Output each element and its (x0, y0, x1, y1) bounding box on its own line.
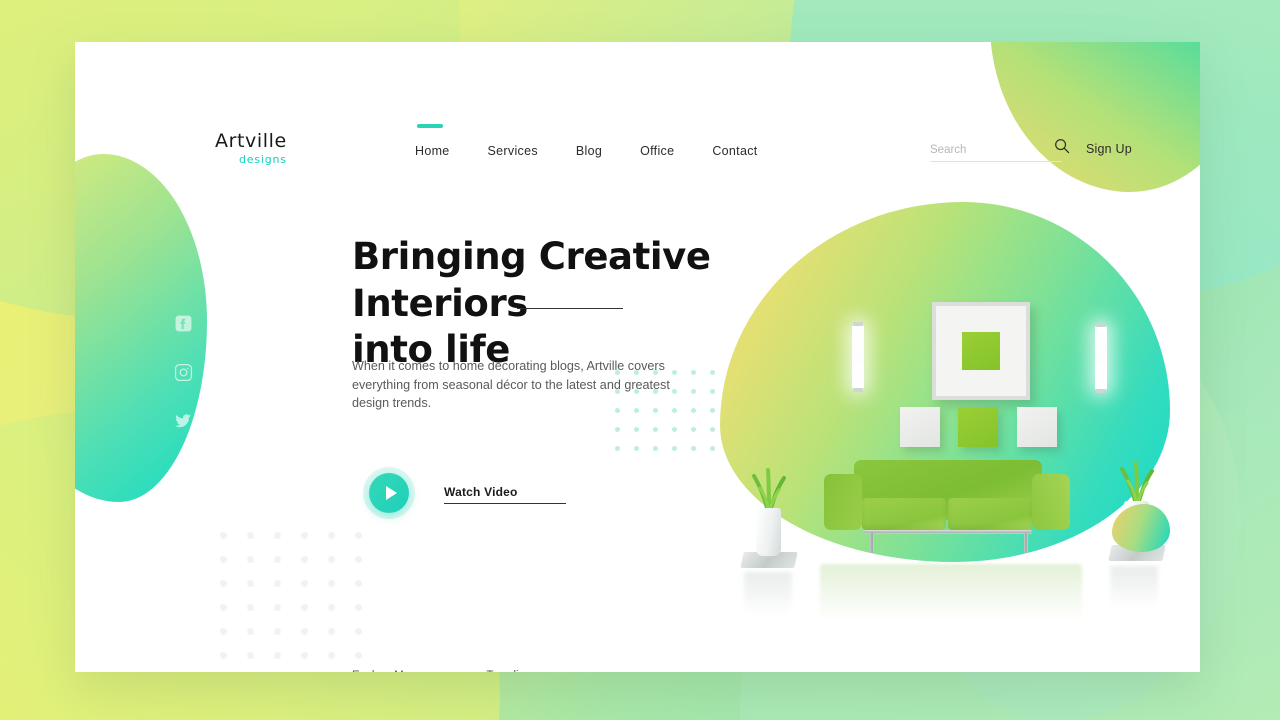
nav-label-blog: Blog (575, 144, 603, 158)
brand-tagline: designs (239, 153, 287, 166)
pinterest-icon[interactable] (171, 457, 195, 483)
sofa-cushion-right (948, 498, 1032, 530)
nav-item-services[interactable]: Services (488, 142, 538, 158)
wall-art-frame (932, 302, 1030, 400)
watch-video-rule (444, 503, 566, 505)
wall-panel-right (1017, 407, 1057, 447)
sofa-arm-left (824, 474, 862, 530)
potted-plant-left (740, 454, 798, 574)
brand-logo[interactable]: Artville designs (215, 130, 365, 166)
main-navigation: Home Services Blog Office Contact (415, 124, 758, 158)
page-root: Artville designs Home Services Blog Offi… (0, 0, 1280, 720)
plant-pot-left (756, 508, 781, 556)
explore-more-link[interactable]: Explore More (352, 670, 420, 672)
search-field (930, 139, 1070, 162)
sofa-leg-left (870, 533, 874, 553)
brand-name: Artville (215, 130, 287, 152)
play-icon[interactable] (369, 473, 409, 513)
trending-link[interactable]: Trending (486, 670, 531, 672)
nav-item-contact[interactable]: Contact (712, 142, 757, 158)
nav-label-office: Office (640, 144, 675, 158)
hero-card: Artville designs Home Services Blog Offi… (75, 42, 1200, 672)
watch-video-label[interactable]: Watch Video (444, 485, 518, 499)
sofa-cushion-left (862, 498, 946, 530)
nav-item-blog[interactable]: Blog (576, 142, 602, 158)
wall-panel-center (958, 407, 998, 447)
sofa-frame-rail (864, 530, 1032, 534)
twitter-icon[interactable] (171, 408, 195, 434)
headline-rule (517, 308, 623, 310)
nav-label-contact: Contact (712, 144, 758, 158)
social-links (171, 310, 195, 483)
search-underline (930, 161, 1062, 162)
wall-sconce-left (852, 322, 864, 392)
headline-line-1: Bringing Creative Interiors (352, 235, 711, 325)
search-icon[interactable] (1054, 138, 1070, 154)
wall-art-inner-square (962, 332, 1000, 370)
footer-links: Explore More Trending (352, 670, 531, 672)
sofa (822, 460, 1072, 570)
wall-sconce-right (1095, 323, 1107, 393)
cart-blob-decoration (990, 42, 1200, 192)
facebook-icon[interactable] (171, 310, 195, 336)
nav-label-home: Home (415, 144, 450, 158)
floor-reflection-plant-right (1110, 566, 1158, 608)
floor-reflection-sofa (820, 564, 1082, 620)
nav-item-office[interactable]: Office (640, 142, 674, 158)
nav-item-home[interactable]: Home (415, 124, 450, 158)
play-triangle (385, 486, 397, 500)
sign-up-link[interactable]: Sign Up (1086, 142, 1132, 156)
floor-reflection-plant-left (744, 572, 792, 614)
search-input[interactable] (930, 144, 1040, 161)
hero-illustration (710, 192, 1180, 662)
sofa-arm-right (1032, 474, 1070, 530)
nav-label-services: Services (487, 144, 538, 158)
dot-grid-left (220, 532, 382, 672)
wall-panel-left (900, 407, 940, 447)
instagram-icon[interactable] (171, 359, 195, 385)
sofa-leg-right (1024, 533, 1028, 553)
